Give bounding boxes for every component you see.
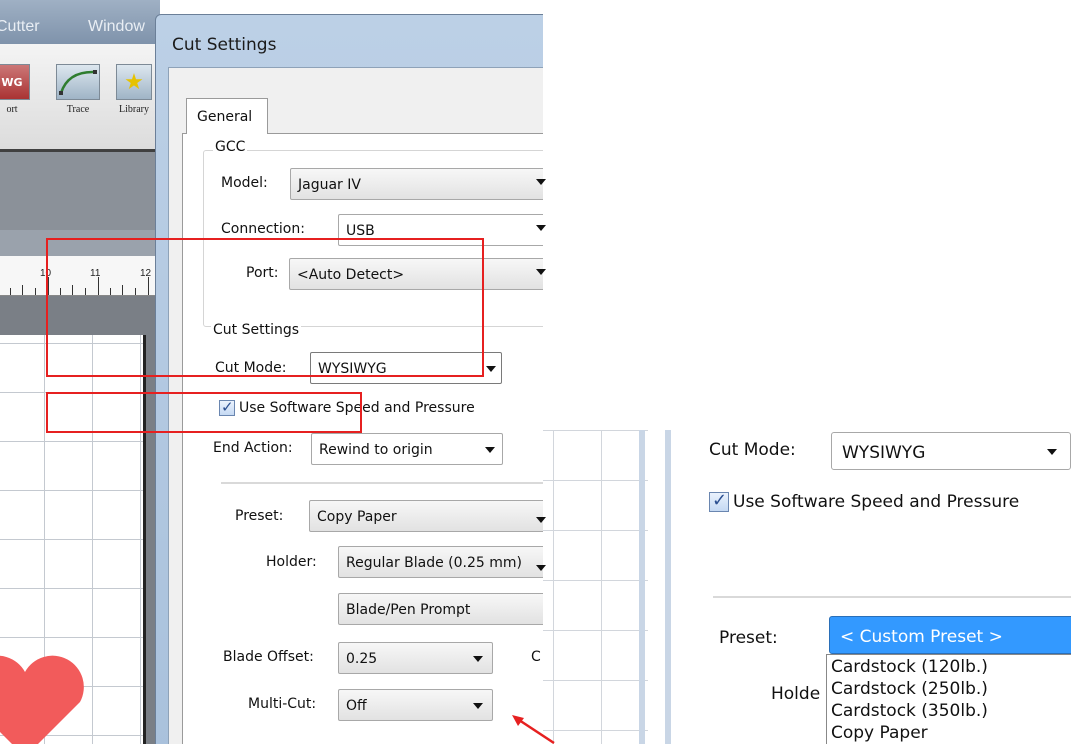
cut-settings-dialog: Cut Settings General GCC Model: Jaguar I… xyxy=(155,14,563,744)
preset-option[interactable]: Cardstock (350lb.) xyxy=(831,701,988,721)
preset-option[interactable]: Copy Paper xyxy=(831,723,928,743)
holder-label: Holder: xyxy=(266,554,317,570)
inset-preset-label: Preset: xyxy=(719,628,778,648)
ruler-tick xyxy=(135,288,136,295)
star-icon: ★ xyxy=(116,64,152,100)
holder-select[interactable]: Regular Blade (0.25 mm) xyxy=(338,546,560,578)
truncated-label: C xyxy=(531,649,541,665)
inset-use-software-checkbox[interactable] xyxy=(709,490,729,512)
wysiwyg-icon: WG xyxy=(0,64,30,100)
separator xyxy=(221,482,561,484)
blank-area xyxy=(543,0,1071,430)
horizontal-ruler: 10 11 12 xyxy=(0,256,160,296)
inset-preset-select[interactable]: < Custom Preset > xyxy=(829,616,1071,654)
chevron-down-icon xyxy=(485,447,495,453)
canvas-border xyxy=(143,335,146,744)
cut-mode-select[interactable]: WYSIWYG xyxy=(310,352,502,384)
inset-canvas-grid xyxy=(543,430,648,744)
inset-holder-label: Holde xyxy=(771,684,821,704)
chevron-down-icon xyxy=(536,565,546,571)
dialog-body: General GCC Model: Jaguar IV Connection:… xyxy=(168,67,563,744)
ruler-tick xyxy=(110,288,111,295)
ruler-tick xyxy=(48,277,49,295)
heart-shape[interactable] xyxy=(0,652,90,744)
menu-item-cutter[interactable]: Cutter xyxy=(0,18,40,36)
gcc-group-title: GCC xyxy=(213,139,248,155)
use-software-speed-label: Use Software Speed and Pressure xyxy=(239,400,475,416)
tool-label: Library xyxy=(119,104,149,115)
zoom-inset: Cut Mode: WYSIWYG Use Software Speed and… xyxy=(543,430,1071,744)
menu-item-window[interactable]: Window xyxy=(88,18,145,36)
tab-general[interactable]: General xyxy=(186,98,268,134)
ruler-tick xyxy=(98,277,99,295)
end-action-label: End Action: xyxy=(213,440,293,456)
preset-option[interactable]: Cardstock (250lb.) xyxy=(831,679,988,699)
preset-dropdown-list: Cardstock (120lb.) Cardstock (250lb.) Ca… xyxy=(826,654,1071,744)
chevron-down-icon xyxy=(536,179,546,185)
cut-mode-value: WYSIWYG xyxy=(318,361,387,377)
ruler-tick xyxy=(72,285,73,295)
toolbar-shadow xyxy=(0,152,160,230)
pointer-arrow xyxy=(512,715,555,744)
chevron-down-icon xyxy=(536,269,546,275)
inset-cut-mode-value: WYSIWYG xyxy=(842,443,926,463)
chevron-down-icon xyxy=(473,703,483,709)
model-select[interactable]: Jaguar IV xyxy=(290,168,560,200)
inset-cut-mode-select[interactable]: WYSIWYG xyxy=(831,432,1071,470)
trace-icon xyxy=(56,64,100,100)
multicut-select[interactable]: Off xyxy=(338,689,493,721)
chevron-down-icon xyxy=(536,225,546,231)
connection-select[interactable]: USB xyxy=(338,214,560,246)
cut-mode-label: Cut Mode: xyxy=(215,360,287,376)
export-button[interactable]: WG ort xyxy=(0,64,32,128)
ruler-number: 10 xyxy=(40,268,52,279)
dialog-title: Cut Settings xyxy=(172,35,277,55)
tool-label: ort xyxy=(6,104,18,115)
port-label: Port: xyxy=(246,265,279,281)
end-action-value: Rewind to origin xyxy=(319,442,433,458)
library-button[interactable]: ★ Library xyxy=(114,64,154,128)
blade-offset-select[interactable]: 0.25 xyxy=(338,642,493,674)
trace-button[interactable]: Trace xyxy=(52,64,104,128)
ruler-tick xyxy=(22,285,23,295)
ruler-tick xyxy=(122,285,123,295)
cut-settings-group-title: Cut Settings xyxy=(211,322,302,338)
multicut-value: Off xyxy=(346,698,367,714)
inset-cut-mode-label: Cut Mode: xyxy=(709,440,796,460)
inset-use-software-label: Use Software Speed and Pressure xyxy=(733,492,1020,512)
ruler-header xyxy=(0,230,160,256)
use-software-speed-checkbox[interactable] xyxy=(219,398,235,416)
chevron-down-icon xyxy=(536,517,546,523)
ruler-tick xyxy=(60,288,61,295)
port-select[interactable]: <Auto Detect> xyxy=(289,258,559,290)
blade-offset-value: 0.25 xyxy=(346,651,378,667)
preset-label: Preset: xyxy=(235,508,284,524)
ruler-tick xyxy=(10,288,11,295)
blade-pen-prompt-select[interactable]: Blade/Pen Prompt xyxy=(338,593,560,625)
separator xyxy=(713,596,1071,598)
connection-label: Connection: xyxy=(221,221,305,237)
menu-bar: Cutter Window xyxy=(0,0,160,44)
tool-label: Trace xyxy=(66,104,90,115)
blade-offset-label: Blade Offset: xyxy=(223,649,314,665)
ruler-tick xyxy=(35,288,36,295)
general-tab-page: GCC Model: Jaguar IV Connection: USB Por… xyxy=(182,133,563,744)
ruler-tick xyxy=(148,277,149,295)
chevron-down-icon xyxy=(473,656,483,662)
inset-border xyxy=(639,430,645,744)
preset-select[interactable]: Copy Paper xyxy=(309,500,559,532)
chevron-down-icon xyxy=(486,366,496,372)
ruler-number: 12 xyxy=(140,268,152,279)
app-background: Cutter Window WG ort Trace ★ Library 10 … xyxy=(0,0,160,744)
preset-option[interactable]: Cardstock (120lb.) xyxy=(831,657,988,677)
model-label: Model: xyxy=(221,175,268,191)
end-action-select[interactable]: Rewind to origin xyxy=(311,433,503,465)
multicut-label: Multi-Cut: xyxy=(248,696,317,712)
chevron-down-icon xyxy=(1047,449,1057,455)
ruler-tick xyxy=(85,288,86,295)
toolbar: WG ort Trace ★ Library xyxy=(0,44,160,152)
